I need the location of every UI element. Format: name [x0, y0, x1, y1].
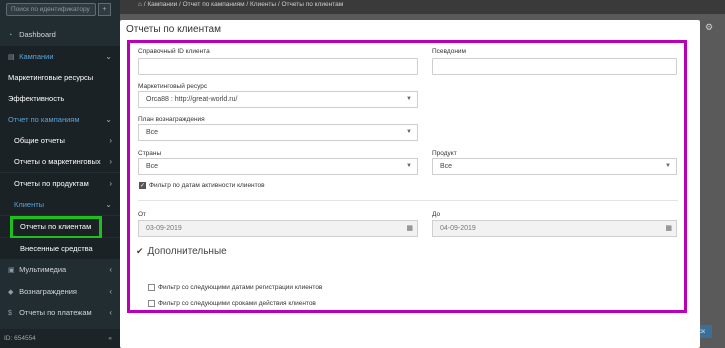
- sidebar-item-product-reports[interactable]: Отчеты по продуктам ›: [0, 173, 120, 194]
- resource-label: Маркетинговый ресурс: [138, 83, 208, 90]
- product-label: Продукт: [432, 150, 457, 157]
- sidebar-item-campaigns[interactable]: ▤ Кампании ⌄: [0, 46, 120, 67]
- sidebar-item-label: Dashboard: [19, 30, 56, 39]
- sidebar-item-label: Внесенные средства: [20, 244, 93, 253]
- chevron-left-icon: ‹: [109, 308, 112, 317]
- product-select-value: Все: [440, 163, 453, 170]
- divider: [138, 200, 678, 201]
- dropdown-caret-icon: ▼: [665, 163, 671, 169]
- chevron-left-icon: ‹: [109, 265, 112, 274]
- sidebar-item-efficiency[interactable]: Эффективность: [0, 88, 120, 109]
- chevron-right-icon: ›: [109, 136, 112, 145]
- sidebar-item-label: Отчеты по платежам: [19, 308, 92, 317]
- sidebar-item-label: Отчет по кампаниям: [8, 115, 80, 124]
- activity-filter-label: Фильтр по датам активности клиентов: [149, 182, 265, 189]
- registration-filter-checkbox[interactable]: [148, 284, 155, 291]
- chevron-right-icon: ›: [109, 179, 112, 188]
- sidebar-item-label: Отчеты по продуктам: [14, 179, 89, 188]
- sidebar-item-label: Маркетинговые ресурсы: [8, 73, 94, 82]
- sidebar-search-input[interactable]: Поиск по идентификатору: [6, 3, 96, 16]
- sidebar-item-label: Отчеты о маркетинговых: [14, 157, 101, 166]
- countries-select-value: Все: [146, 163, 159, 170]
- sidebar-item-label: Общие отчеты: [14, 136, 65, 145]
- gear-icon[interactable]: ⚙: [705, 22, 713, 33]
- activity-filter-checkbox[interactable]: ✓: [139, 182, 146, 189]
- client-id-input[interactable]: [138, 58, 418, 75]
- resource-select[interactable]: Orca88 : http://great-world.ru/ ▼: [138, 91, 418, 108]
- dropdown-caret-icon: ▼: [406, 163, 412, 169]
- rewards-icon: ◆: [8, 289, 14, 296]
- chevron-down-icon: ⌄: [105, 115, 112, 124]
- sidebar-item-general-reports[interactable]: Общие отчеты ›: [0, 130, 120, 151]
- sidebar-item-clients[interactable]: Клиенты ⌄: [0, 194, 120, 215]
- chevron-left-icon: ‹: [109, 287, 112, 296]
- to-label: До: [432, 211, 441, 218]
- modal-title: Отчеты по клиентам: [126, 24, 221, 35]
- chevron-down-icon: ⌄: [105, 200, 112, 209]
- sidebar-item-label: Эффективность: [8, 94, 65, 103]
- additional-title: Дополнительные: [147, 246, 227, 257]
- sidebar-item-multimedia[interactable]: ▣ Мультимедиа ‹: [0, 259, 120, 280]
- dropdown-caret-icon: ▼: [406, 129, 412, 135]
- countries-label: Страны: [138, 150, 162, 157]
- sidebar-item-label: Кампании: [19, 52, 54, 61]
- chevron-down-icon: ⌄: [105, 52, 112, 61]
- checkmark-icon: ✔: [136, 246, 144, 256]
- sidebar-item-label: Мультимедиа: [19, 265, 67, 274]
- sidebar-item-label: Вознаграждения: [19, 287, 77, 296]
- sidebar-item-dashboard[interactable]: ◔ Dashboard: [0, 24, 120, 45]
- sidebar-item-marketing-reports[interactable]: Отчеты о маркетинговых ›: [0, 151, 120, 172]
- alias-input[interactable]: [432, 58, 677, 75]
- user-id-label: ID: 654554: [4, 335, 36, 342]
- plan-select-value: Все: [146, 129, 159, 136]
- from-date-input[interactable]: 03-09-2019 ▦: [138, 220, 418, 237]
- from-date-value: 03-09-2019: [146, 225, 182, 232]
- sidebar-item-campaign-reports[interactable]: Отчет по кампаниям ⌄: [0, 109, 120, 130]
- to-date-input[interactable]: 04-09-2019 ▦: [432, 220, 677, 237]
- validity-filter-checkbox[interactable]: [148, 300, 155, 307]
- sidebar-item-deposits[interactable]: Внесенные средства: [0, 238, 120, 259]
- chevron-right-icon: ›: [109, 157, 112, 166]
- client-id-label: Справочный ID клиента: [138, 48, 210, 55]
- dashboard-icon: ◔: [8, 32, 13, 39]
- plan-select[interactable]: Все ▼: [138, 124, 418, 141]
- sidebar-footer: ID: 654554 «: [0, 329, 120, 348]
- sidebar-search-button[interactable]: +: [98, 3, 111, 16]
- product-select[interactable]: Все ▼: [432, 158, 677, 175]
- countries-select[interactable]: Все ▼: [138, 158, 418, 175]
- breadcrumb: ⌂ / Кампании / Отчет по кампаниям / Клие…: [138, 1, 344, 8]
- calendar-icon[interactable]: ▦: [665, 221, 672, 236]
- additional-section-header[interactable]: ✔ Дополнительные: [136, 246, 227, 257]
- multimedia-icon: ▣: [8, 267, 15, 274]
- sidebar-item-label: Клиенты: [14, 200, 45, 209]
- alias-label: Псевдоним: [432, 48, 467, 55]
- payments-icon: $: [8, 310, 12, 317]
- validity-filter-label: Фильтр со следующими сроками действия кл…: [158, 300, 316, 307]
- sidebar-item-rewards[interactable]: ◆ Вознаграждения ‹: [0, 281, 120, 302]
- sidebar-item-marketing-resources[interactable]: Маркетинговые ресурсы: [0, 67, 120, 88]
- green-highlight-box: [10, 216, 102, 239]
- sidebar-item-payment-reports[interactable]: $ Отчеты по платежам ‹: [0, 302, 120, 323]
- to-date-value: 04-09-2019: [440, 225, 476, 232]
- collapse-sidebar-icon[interactable]: «: [108, 329, 112, 348]
- dropdown-caret-icon: ▼: [406, 96, 412, 102]
- from-label: От: [138, 211, 147, 218]
- calendar-icon[interactable]: ▦: [406, 221, 413, 236]
- plan-label: План вознаграждения: [138, 116, 205, 123]
- sidebar: Поиск по идентификатору + ◔ Dashboard ▤ …: [0, 0, 120, 348]
- resource-select-value: Orca88 : http://great-world.ru/: [146, 96, 238, 103]
- campaign-icon: ▤: [8, 54, 15, 61]
- registration-filter-label: Фильтр со следующими датами регистрации …: [158, 284, 323, 291]
